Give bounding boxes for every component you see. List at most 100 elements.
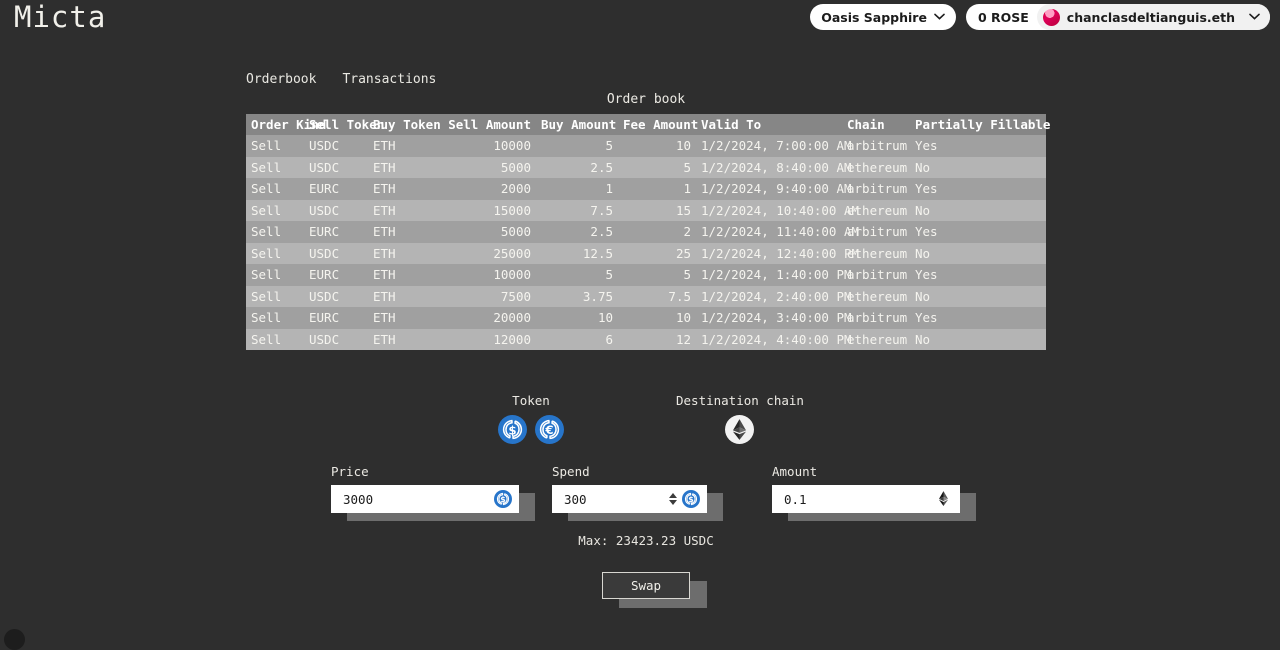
table-row[interactable]: SellUSDCETH75003.757.51/2/2024, 2:40:00 …: [246, 286, 1046, 308]
cell-order-kind: Sell: [246, 135, 304, 157]
amount-input[interactable]: [784, 492, 935, 507]
price-input-shadow: $: [331, 485, 519, 513]
column-chain[interactable]: Chain: [842, 114, 910, 135]
cell-sell-amount: 5000: [436, 157, 536, 179]
table-row[interactable]: SellUSDCETH100005101/2/2024, 7:00:00 AMa…: [246, 135, 1046, 157]
cell-buy-token: ETH: [368, 286, 436, 308]
price-input[interactable]: [343, 492, 494, 507]
cell-buy-amount: 10: [536, 307, 618, 329]
eurc-coin-icon[interactable]: €: [535, 415, 564, 444]
cell-valid-to: 1/2/2024, 4:40:00 PM: [696, 329, 842, 351]
cell-sell-token: USDC: [304, 243, 368, 265]
cell-sell-amount: 5000: [436, 221, 536, 243]
amount-input-shadow: [772, 485, 960, 513]
header-actions: Oasis Sapphire 0 ROSE chanclasdeltiangui…: [810, 4, 1270, 30]
column-partially-fillable[interactable]: Partially Fillable: [910, 114, 1046, 135]
column-buy-amount[interactable]: Buy Amount: [536, 114, 618, 135]
spend-input[interactable]: [564, 492, 669, 507]
orderbook-table-body: SellUSDCETH100005101/2/2024, 7:00:00 AMa…: [246, 135, 1046, 350]
cell-buy-token: ETH: [368, 221, 436, 243]
orderbook-table-head: Order Kind Sell Token Buy Token Sell Amo…: [246, 114, 1046, 135]
cell-sell-token: USDC: [304, 157, 368, 179]
amount-input-box[interactable]: [772, 485, 960, 513]
cell-partially-fillable: Yes: [910, 264, 1046, 286]
column-sell-amount[interactable]: Sell Amount: [436, 114, 536, 135]
svg-text:$: $: [500, 495, 505, 504]
table-row[interactable]: SellUSDCETH2500012.5251/2/2024, 12:40:00…: [246, 243, 1046, 265]
price-field-group: Price $: [331, 464, 519, 513]
token-selector-options: $ €: [498, 415, 564, 444]
cell-fee-amount: 2: [618, 221, 696, 243]
tab-orderbook[interactable]: Orderbook: [246, 72, 316, 87]
cell-partially-fillable: Yes: [910, 221, 1046, 243]
cell-sell-amount: 20000: [436, 307, 536, 329]
max-balance-text: Max: 23423.23 USDC: [246, 533, 1046, 548]
swap-button[interactable]: Swap: [602, 572, 690, 599]
stepper-up-icon[interactable]: [669, 493, 677, 498]
cell-chain: ethereum: [842, 200, 910, 222]
price-input-box[interactable]: $: [331, 485, 519, 513]
cell-buy-amount: 2.5: [536, 221, 618, 243]
table-row[interactable]: SellEURCETH2000111/2/2024, 9:40:00 AMarb…: [246, 178, 1046, 200]
cell-buy-token: ETH: [368, 178, 436, 200]
cell-partially-fillable: No: [910, 329, 1046, 351]
swap-button-wrapper: Swap: [602, 572, 690, 599]
chevron-down-icon: [934, 12, 945, 23]
corner-indicator[interactable]: [4, 629, 25, 650]
destination-chain-options: [676, 415, 804, 444]
cell-order-kind: Sell: [246, 221, 304, 243]
table-row[interactable]: SellUSDCETH120006121/2/2024, 4:40:00 PMe…: [246, 329, 1046, 351]
spend-input-box[interactable]: $: [552, 485, 707, 513]
cell-valid-to: 1/2/2024, 3:40:00 PM: [696, 307, 842, 329]
cell-sell-amount: 2000: [436, 178, 536, 200]
cell-order-kind: Sell: [246, 200, 304, 222]
network-selector-label: Oasis Sapphire: [821, 10, 927, 25]
cell-buy-amount: 1: [536, 178, 618, 200]
table-header-row: Order Kind Sell Token Buy Token Sell Amo…: [246, 114, 1046, 135]
cell-chain: ethereum: [842, 243, 910, 265]
cell-partially-fillable: No: [910, 157, 1046, 179]
app-logo: Micta: [14, 0, 106, 34]
network-selector[interactable]: Oasis Sapphire: [810, 4, 956, 30]
usdc-coin-icon[interactable]: $: [498, 415, 527, 444]
cell-chain: arbitrum: [842, 135, 910, 157]
column-fee-amount[interactable]: Fee Amount: [618, 114, 696, 135]
cell-order-kind: Sell: [246, 178, 304, 200]
column-valid-to[interactable]: Valid To: [696, 114, 842, 135]
account-name: chanclasdeltianguis.eth: [1067, 10, 1235, 25]
cell-sell-amount: 15000: [436, 200, 536, 222]
table-row[interactable]: SellEURCETH50002.521/2/2024, 11:40:00 AM…: [246, 221, 1046, 243]
cell-buy-amount: 3.75: [536, 286, 618, 308]
ethereum-chain-icon[interactable]: [725, 415, 754, 444]
spend-field-group: Spend $: [552, 464, 707, 513]
column-sell-token[interactable]: Sell Token: [304, 114, 368, 135]
cell-valid-to: 1/2/2024, 11:40:00 AM: [696, 221, 842, 243]
cell-sell-amount: 12000: [436, 329, 536, 351]
stepper-down-icon[interactable]: [669, 500, 677, 505]
cell-valid-to: 1/2/2024, 8:40:00 AM: [696, 157, 842, 179]
cell-fee-amount: 5: [618, 157, 696, 179]
cell-fee-amount: 12: [618, 329, 696, 351]
cell-sell-token: EURC: [304, 221, 368, 243]
column-order-kind[interactable]: Order Kind: [246, 114, 304, 135]
price-label: Price: [331, 464, 519, 479]
column-buy-token[interactable]: Buy Token: [368, 114, 436, 135]
cell-fee-amount: 1: [618, 178, 696, 200]
account-button[interactable]: 0 ROSE chanclasdeltianguis.eth: [966, 4, 1270, 30]
cell-chain: arbitrum: [842, 178, 910, 200]
cell-valid-to: 1/2/2024, 9:40:00 AM: [696, 178, 842, 200]
table-row[interactable]: SellUSDCETH50002.551/2/2024, 8:40:00 AMe…: [246, 157, 1046, 179]
cell-fee-amount: 10: [618, 307, 696, 329]
cell-buy-amount: 2.5: [536, 157, 618, 179]
quantity-stepper[interactable]: [669, 493, 677, 505]
cell-fee-amount: 5: [618, 264, 696, 286]
account-identity[interactable]: chanclasdeltianguis.eth: [1037, 4, 1270, 30]
cell-order-kind: Sell: [246, 264, 304, 286]
table-row[interactable]: SellUSDCETH150007.5151/2/2024, 10:40:00 …: [246, 200, 1046, 222]
tab-transactions[interactable]: Transactions: [342, 72, 436, 87]
table-row[interactable]: SellEURCETH10000551/2/2024, 1:40:00 PMar…: [246, 264, 1046, 286]
table-row[interactable]: SellEURCETH2000010101/2/2024, 3:40:00 PM…: [246, 307, 1046, 329]
usdc-coin-icon: $: [494, 490, 512, 508]
cell-buy-token: ETH: [368, 264, 436, 286]
cell-sell-token: USDC: [304, 329, 368, 351]
